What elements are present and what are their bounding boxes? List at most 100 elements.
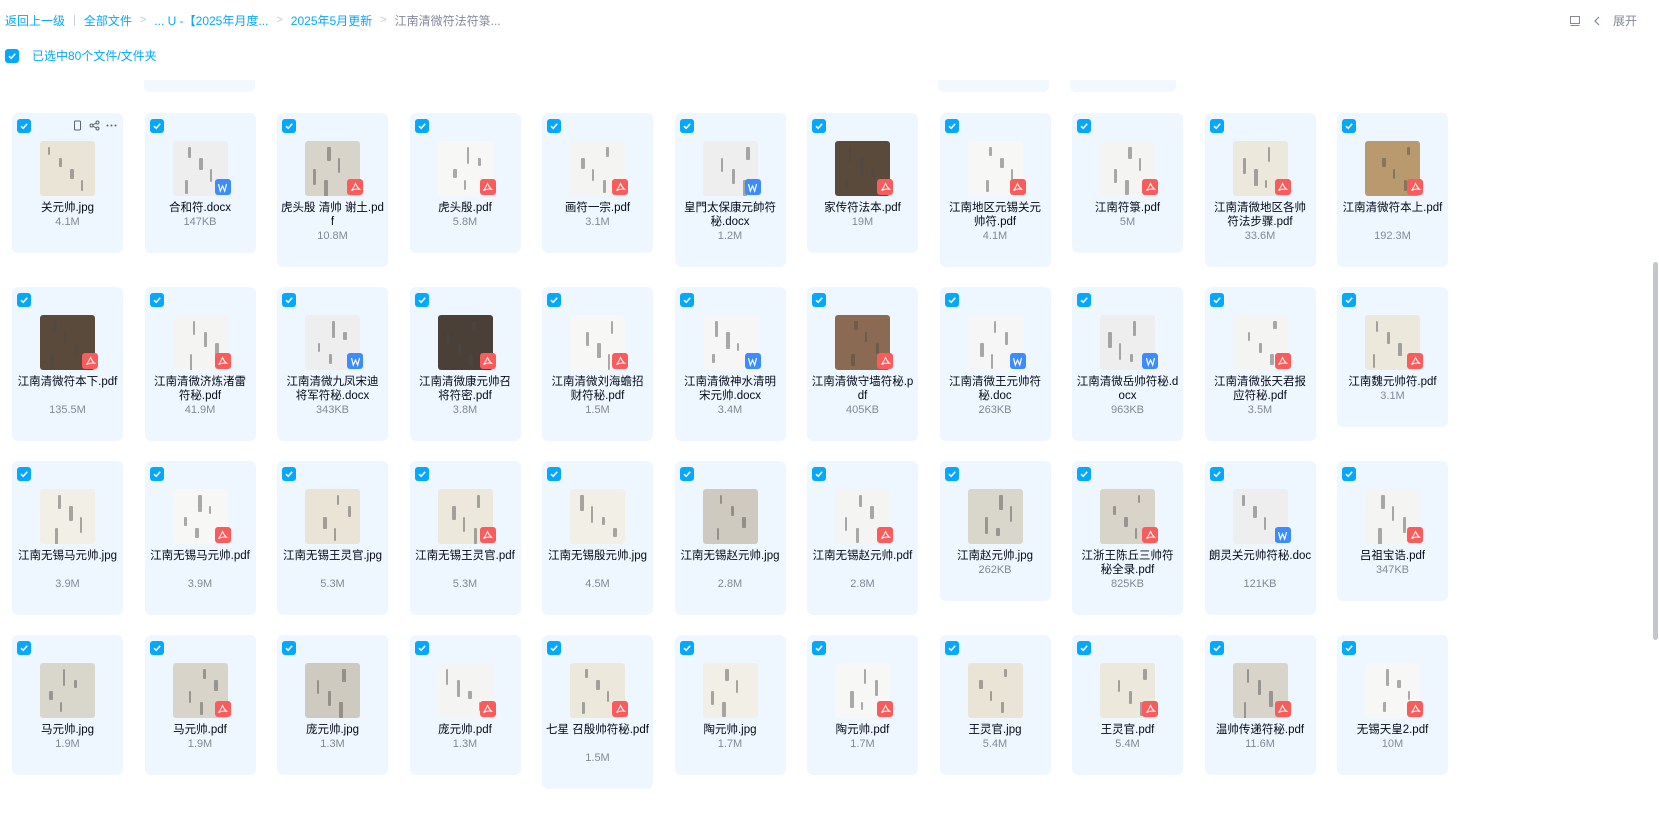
file-checkbox[interactable] <box>1077 467 1091 481</box>
breadcrumb-item-may[interactable]: 2025年5月更新 <box>291 12 372 29</box>
file-checkbox[interactable] <box>812 641 826 655</box>
file-checkbox[interactable] <box>17 641 31 655</box>
file-card[interactable]: 马元帅.jpg 1.9M <box>12 635 123 775</box>
file-card[interactable]: 江南清微王元帅符秘.doc 263KB <box>939 287 1051 441</box>
file-checkbox[interactable] <box>282 467 296 481</box>
scrollbar-thumb[interactable] <box>1653 262 1658 640</box>
file-checkbox[interactable] <box>17 119 31 133</box>
file-card[interactable]: 江南无锡马元帅.pdf 3.9M <box>144 461 256 615</box>
file-checkbox[interactable] <box>679 467 694 481</box>
share-icon[interactable] <box>89 120 100 131</box>
more-icon[interactable] <box>106 120 117 131</box>
file-card[interactable]: 江南魏元帅符.pdf 3.1M <box>1337 287 1448 427</box>
file-card[interactable]: 陶元帅.pdf 1.7M <box>807 635 918 775</box>
file-card[interactable]: 江南无锡赵元帅.jpg 2.8M <box>674 461 786 615</box>
file-card[interactable]: 江南无锡王灵官.jpg 5.3M <box>277 461 388 615</box>
breadcrumb-item-monthly[interactable]: ... U -【2025年月度... <box>154 12 268 29</box>
file-checkbox[interactable] <box>1342 119 1356 133</box>
file-checkbox[interactable] <box>282 119 296 133</box>
file-card[interactable]: 江南清微地区各帅符法步骤.pdf 33.6M <box>1204 113 1316 267</box>
scrollbar[interactable] <box>1651 0 1659 824</box>
file-card[interactable]: 江南赵元帅.jpg 262KB <box>939 461 1051 601</box>
file-checkbox[interactable] <box>1209 467 1224 481</box>
file-checkbox[interactable] <box>1077 119 1091 133</box>
file-checkbox[interactable] <box>414 119 429 133</box>
file-checkbox[interactable] <box>1209 641 1224 655</box>
panel-toggle-icon[interactable] <box>1569 15 1581 27</box>
file-card[interactable]: 江南清微张天君报应符秘.pdf 3.5M <box>1204 287 1316 441</box>
file-card[interactable]: 合和符.docx 147KB <box>144 113 256 253</box>
file-checkbox[interactable] <box>547 293 561 307</box>
file-card[interactable]: 江浙王陈丘三帅符秘全录.pdf 825KB <box>1072 461 1183 615</box>
file-card[interactable]: 江南清微神水清明宋元帅.docx 3.4M <box>674 287 786 441</box>
file-card[interactable]: 江南无锡赵元帅.pdf 2.8M <box>807 461 918 615</box>
phone-icon[interactable] <box>72 120 83 131</box>
file-checkbox[interactable] <box>944 641 959 655</box>
file-checkbox[interactable] <box>944 119 959 133</box>
file-card[interactable]: 江南清微岳帅符秘.docx 963KB <box>1072 287 1183 441</box>
expand-button[interactable]: 展开 <box>1613 12 1637 29</box>
file-card[interactable]: 江南无锡殷元帅.jpg 4.5M <box>542 461 653 615</box>
file-checkbox[interactable] <box>547 641 561 655</box>
file-card[interactable]: 吕祖宝诰.pdf 347KB <box>1337 461 1448 601</box>
file-checkbox[interactable] <box>1342 641 1356 655</box>
file-card[interactable]: 江南清微守墙符秘.pdf 405KB <box>807 287 918 441</box>
file-checkbox[interactable] <box>679 293 694 307</box>
file-checkbox[interactable] <box>679 641 694 655</box>
file-card[interactable]: 王灵官.jpg 5.4M <box>939 635 1051 775</box>
file-checkbox[interactable] <box>414 293 429 307</box>
file-card[interactable]: 皇門太保康元帥符秘.docx 1.2M <box>674 113 786 267</box>
file-checkbox[interactable] <box>17 467 31 481</box>
breadcrumb-all-files[interactable]: 全部文件 <box>84 12 132 29</box>
file-checkbox[interactable] <box>1077 293 1091 307</box>
file-checkbox[interactable] <box>1209 293 1224 307</box>
file-checkbox[interactable] <box>547 119 561 133</box>
file-checkbox[interactable] <box>944 293 959 307</box>
file-checkbox[interactable] <box>282 293 296 307</box>
file-checkbox[interactable] <box>944 467 959 481</box>
file-card[interactable]: 王灵官.pdf 5.4M <box>1072 635 1183 775</box>
file-card[interactable]: 江南无锡王灵官.pdf 5.3M <box>409 461 521 615</box>
file-checkbox[interactable] <box>812 293 826 307</box>
file-checkbox[interactable] <box>679 119 694 133</box>
file-card[interactable]: 马元帅.pdf 1.9M <box>144 635 256 775</box>
file-card[interactable]: 江南无锡马元帅.jpg 3.9M <box>12 461 123 615</box>
file-card[interactable]: 无锡天皇2.pdf 10M <box>1337 635 1448 775</box>
back-link[interactable]: 返回上一级 <box>5 12 65 29</box>
file-checkbox[interactable] <box>149 641 164 655</box>
file-checkbox[interactable] <box>149 119 164 133</box>
file-card[interactable]: 庞元帅.pdf 1.3M <box>409 635 521 775</box>
file-card[interactable]: 朗灵关元帅符秘.doc 121KB <box>1204 461 1316 615</box>
file-checkbox[interactable] <box>282 641 296 655</box>
file-card[interactable]: 江南清微刘海蟾招财符秘.pdf 1.5M <box>542 287 653 441</box>
file-card[interactable]: 七星 召殷帅符秘.pdf 1.5M <box>542 635 653 789</box>
file-card[interactable]: 江南地区元锡关元帅符.pdf 4.1M <box>939 113 1051 267</box>
file-checkbox[interactable] <box>1342 293 1356 307</box>
file-card[interactable]: 虎头殷.pdf 5.8M <box>409 113 521 253</box>
chevron-left-icon[interactable] <box>1591 15 1603 27</box>
file-card[interactable]: 江南符箓.pdf 5M <box>1072 113 1183 253</box>
select-all-checkbox[interactable] <box>5 48 19 63</box>
file-card[interactable]: 陶元帅.jpg 1.7M <box>674 635 786 775</box>
file-checkbox[interactable] <box>149 467 164 481</box>
file-checkbox[interactable] <box>1077 641 1091 655</box>
file-checkbox[interactable] <box>414 467 429 481</box>
file-card[interactable]: 虎头殷 清帅 谢土.pdf 10.8M <box>277 113 388 267</box>
file-checkbox[interactable] <box>547 467 561 481</box>
file-checkbox[interactable] <box>17 293 31 307</box>
file-checkbox[interactable] <box>1209 119 1224 133</box>
file-checkbox[interactable] <box>414 641 429 655</box>
file-card[interactable]: 江南清微九凤宋迪将军符秘.docx 343KB <box>277 287 388 441</box>
file-card[interactable]: 江南清微康元帅召将符密.pdf 3.8M <box>409 287 521 441</box>
file-card[interactable]: 关元帅.jpg 4.1M <box>12 113 123 253</box>
file-checkbox[interactable] <box>812 467 826 481</box>
file-checkbox[interactable] <box>149 293 164 307</box>
file-card[interactable]: 温帅传递符秘.pdf 11.6M <box>1204 635 1316 775</box>
file-card[interactable]: 庞元帅.jpg 1.3M <box>277 635 388 775</box>
file-card[interactable]: 江南清微符本上.pdf 192.3M <box>1337 113 1448 267</box>
file-checkbox[interactable] <box>1342 467 1356 481</box>
file-card[interactable]: 家传符法本.pdf 19M <box>807 113 918 253</box>
file-card[interactable]: 画符一宗.pdf 3.1M <box>542 113 653 253</box>
file-card[interactable]: 江南清微济炼渚雷符秘.pdf 41.9M <box>144 287 256 441</box>
file-card[interactable]: 江南清微符本下.pdf 135.5M <box>12 287 123 441</box>
